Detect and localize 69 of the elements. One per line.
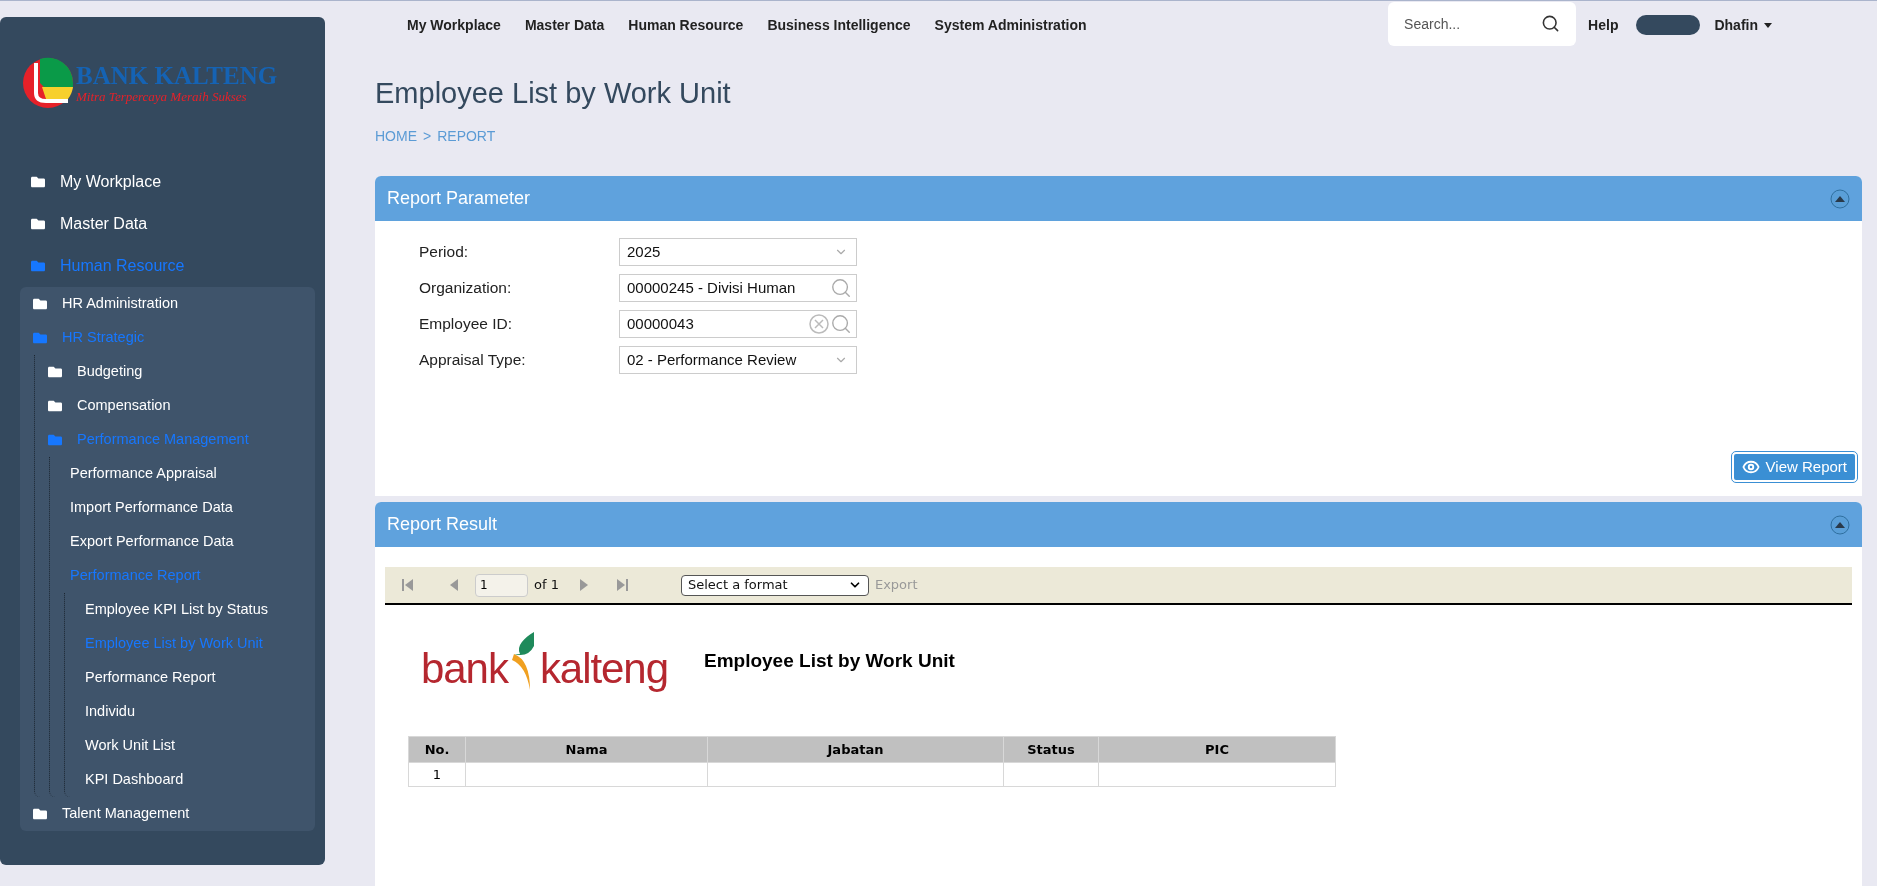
select-field[interactable]: 02 - Performance Review	[619, 346, 857, 374]
column-header: Status	[1003, 736, 1099, 763]
menu-item[interactable]: HR Administration	[62, 293, 179, 315]
field-label: Employee ID:	[419, 314, 514, 334]
select-field[interactable]: 2025	[619, 238, 857, 266]
first-page-icon[interactable]	[401, 578, 415, 592]
folder-icon	[32, 331, 48, 345]
help-link[interactable]: Help	[1588, 14, 1619, 36]
column-header: Nama	[465, 736, 708, 763]
breadcrumb-separator: >	[423, 127, 432, 146]
logo-text: kalteng	[539, 648, 668, 690]
menu-item[interactable]: My Workplace	[60, 170, 162, 194]
caret-icon	[1764, 22, 1772, 28]
column-header: Jabatan	[707, 736, 1004, 763]
folder-icon	[47, 365, 63, 379]
page-title: Employee List by Work Unit	[375, 79, 732, 108]
folder-icon	[32, 297, 48, 311]
next-page-icon[interactable]	[578, 578, 589, 592]
nav-link[interactable]: System Administration	[934, 14, 1087, 36]
menu-item[interactable]: Performance Report	[85, 667, 216, 689]
menu-item[interactable]: Export Performance Data	[70, 531, 234, 553]
menu-item[interactable]: Master Data	[60, 212, 148, 236]
logo-name: BANK KALTENG	[76, 63, 278, 88]
lookup-field[interactable]: 00000245 - Divisi Human	[619, 274, 857, 302]
nav-link[interactable]: Master Data	[524, 14, 605, 36]
menu-item[interactable]: Individu	[85, 701, 135, 723]
panel-title: Report Parameter	[387, 187, 531, 210]
menu-item[interactable]: Budgeting	[77, 361, 143, 383]
field-label: Organization:	[419, 278, 513, 298]
menu-item[interactable]: KPI Dashboard	[85, 769, 184, 791]
field-label: Appraisal Type:	[419, 350, 527, 370]
table-cell: 1	[408, 762, 466, 787]
user-menu[interactable]: Dhafin	[1714, 14, 1772, 36]
clear-icon[interactable]	[808, 313, 830, 335]
page-count: of 1	[534, 576, 559, 595]
folder-icon	[30, 259, 46, 273]
column-header: PIC	[1098, 736, 1336, 763]
logo-icon	[22, 57, 74, 109]
last-page-icon[interactable]	[614, 578, 629, 592]
menu-item[interactable]: Compensation	[77, 395, 171, 417]
menu-item[interactable]: Employee KPI List by Status	[85, 599, 268, 621]
report-title: Employee List by Work Unit	[704, 648, 955, 673]
logo-tagline: Mitra Terpercaya Meraih Sukses	[76, 90, 248, 103]
folder-icon	[32, 807, 48, 821]
nav-link[interactable]: Human Resource	[628, 14, 744, 36]
search-field[interactable]: Search...	[1388, 2, 1577, 46]
page-number-field[interactable]: 1	[475, 573, 528, 597]
avatar[interactable]	[1636, 15, 1701, 35]
collapse-icon[interactable]	[1830, 188, 1850, 209]
folder-icon	[47, 433, 63, 447]
folder-icon	[47, 399, 63, 413]
search-icon[interactable]	[1541, 14, 1561, 33]
previous-page-icon[interactable]	[449, 578, 459, 592]
menu-item[interactable]: Import Performance Data	[70, 497, 233, 519]
menu-item[interactable]: Talent Management	[62, 803, 190, 825]
folder-icon	[30, 175, 46, 189]
field-label: Period:	[419, 242, 470, 262]
nav-link[interactable]: My Workplace	[407, 14, 501, 36]
menu-item[interactable]: Work Unit List	[85, 735, 175, 757]
nav-link[interactable]: Business Intelligence	[767, 14, 911, 36]
column-header: No.	[408, 736, 466, 763]
collapse-icon[interactable]	[1830, 514, 1850, 535]
format-select[interactable]: Select a format	[680, 574, 869, 596]
folder-icon	[30, 217, 46, 231]
eye-icon	[1741, 458, 1760, 476]
logo-text: bank	[421, 648, 508, 690]
lookup-field[interactable]: 00000043	[619, 310, 857, 338]
menu-item[interactable]: Performance Appraisal	[70, 463, 217, 485]
panel-title: Report Result	[387, 513, 498, 536]
